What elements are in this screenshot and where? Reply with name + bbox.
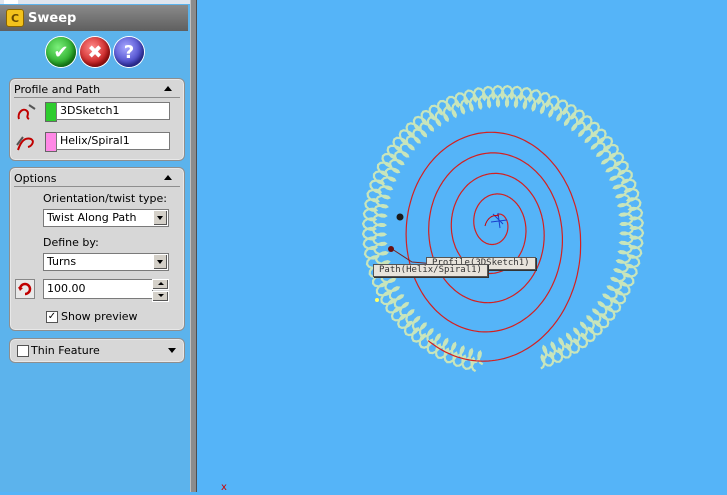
coil-ring-2 [361, 84, 645, 373]
divider [14, 186, 180, 187]
spin-down-icon[interactable] [152, 291, 169, 302]
origin-marker: x [221, 482, 227, 493]
expand-icon[interactable] [168, 348, 176, 353]
collapse-icon[interactable] [164, 86, 172, 91]
orientation-dropdown[interactable]: Twist Along Path [43, 209, 169, 227]
chevron-down-icon[interactable] [153, 211, 167, 225]
sweep-preview-canvas [361, 84, 645, 373]
show-preview-checkbox[interactable]: ✓ [46, 311, 58, 323]
group-title: Options [14, 172, 57, 185]
define-by-label: Define by: [43, 236, 99, 249]
graphics-area[interactable]: Profile(3DSketch1) Path(Helix/Spiral1) [197, 0, 727, 492]
sweep-preview-coil [361, 84, 645, 373]
cancel-button[interactable]: ✖ [80, 37, 110, 67]
panel-tab[interactable] [4, 0, 18, 4]
help-button[interactable]: ? [114, 37, 144, 67]
ok-button[interactable]: ✔ [46, 37, 76, 67]
spiral-path [405, 131, 582, 362]
spin-up-icon[interactable] [152, 279, 169, 290]
path-start-point[interactable] [396, 213, 404, 221]
define-by-value: Turns [47, 255, 77, 268]
profile-and-path-group: Profile and Path 3DSketch1 Helix/Spiral1 [9, 78, 185, 161]
help-icon: ? [123, 41, 135, 63]
group-title: Profile and Path [14, 83, 101, 96]
reverse-direction-button[interactable] [15, 279, 35, 299]
panel-tab-strip [0, 0, 190, 4]
profile-field[interactable]: 3DSketch1 [56, 102, 170, 120]
thin-feature-checkbox[interactable] [17, 345, 29, 357]
coil-end-point [375, 298, 379, 302]
profile-selection-icon [17, 104, 36, 120]
path-callout[interactable]: Path(Helix/Spiral1) [373, 264, 488, 277]
divider [14, 97, 180, 98]
show-preview-label: Show preview [61, 310, 138, 323]
thin-feature-group: Thin Feature [9, 338, 185, 363]
turns-input[interactable]: 100.00 [43, 279, 153, 299]
rotate-icon [18, 282, 32, 296]
orientation-value: Twist Along Path [47, 211, 137, 224]
profile-and-path-header[interactable]: Profile and Path [14, 83, 180, 98]
sweep-feature-icon: C [6, 9, 24, 27]
options-group: Options Orientation/twist type: Twist Al… [9, 167, 185, 331]
thin-feature-label: Thin Feature [31, 344, 100, 357]
collapse-icon[interactable] [164, 175, 172, 180]
profile-point[interactable] [388, 246, 394, 252]
orientation-label: Orientation/twist type: [43, 192, 167, 205]
path-field[interactable]: Helix/Spiral1 [56, 132, 170, 150]
close-icon: ✖ [87, 41, 103, 63]
checkmark-icon: ✔ [53, 41, 69, 63]
feature-title-bar: C Sweep [0, 5, 188, 31]
define-by-dropdown[interactable]: Turns [43, 253, 169, 271]
feature-title: Sweep [28, 10, 77, 26]
property-manager: C Sweep ✔ ✖ ? Profile and Path 3DSketch1… [0, 0, 191, 492]
options-header[interactable]: Options [14, 172, 180, 187]
turns-spinner[interactable] [152, 279, 169, 302]
panel-splitter[interactable] [190, 0, 197, 492]
chevron-down-icon[interactable] [153, 255, 167, 269]
path-selection-icon [16, 136, 34, 151]
